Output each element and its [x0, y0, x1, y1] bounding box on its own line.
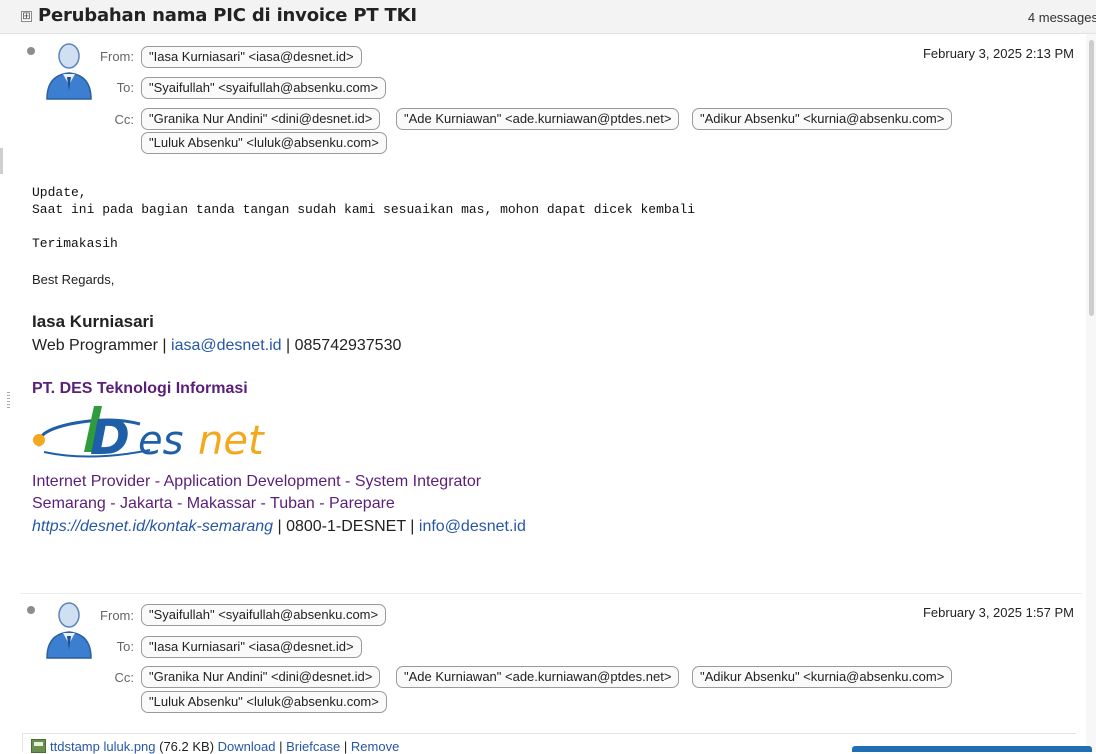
signature-email-link[interactable]: iasa@desnet.id	[171, 337, 282, 354]
cities-line: Semarang - Jakarta - Makassar - Tuban - …	[32, 495, 395, 512]
svg-text:es: es	[138, 418, 183, 464]
to-label: To:	[116, 639, 134, 654]
message-count: 4 messages	[1027, 10, 1096, 25]
signature-name: Iasa Kurniasari	[32, 312, 154, 331]
website-link[interactable]: https://desnet.id/kontak-semarang	[32, 518, 273, 535]
signature-role-line: Web Programmer | iasa@desnet.id | 085742…	[32, 337, 401, 355]
unread-dot-icon	[27, 606, 35, 614]
from-chip[interactable]: "Iasa Kurniasari" <iasa@desnet.id>	[141, 46, 362, 68]
message-header[interactable]: From: "Iasa Kurniasari" <iasa@desnet.id>…	[14, 40, 1080, 170]
body-line: Terimakasih	[32, 236, 118, 251]
desnet-logo: D es net	[33, 406, 265, 464]
pane-edge	[0, 148, 3, 174]
cc-chip[interactable]: "Adikur Absenku" <kurnia@absenku.com>	[692, 666, 953, 688]
company-name: PT. DES Teknologi Informasi	[32, 380, 248, 397]
contact-line: https://desnet.id/kontak-semarang | 0800…	[32, 518, 526, 536]
info-email-link[interactable]: info@desnet.id	[419, 518, 526, 535]
regards-text: Best Regards,	[32, 272, 115, 287]
cc-chip[interactable]: "Luluk Absenku" <luluk@absenku.com>	[141, 132, 387, 154]
cc-chip[interactable]: "Adikur Absenku" <kurnia@absenku.com>	[692, 108, 953, 130]
body-line: Saat ini pada bagian tanda tangan sudah …	[32, 202, 696, 217]
cc-chip[interactable]: "Granika Nur Andini" <dini@desnet.id>	[141, 666, 381, 688]
cc-label: Cc:	[114, 670, 135, 685]
signature-phone: | 085742937530	[281, 337, 402, 354]
scrollbar[interactable]	[1086, 34, 1096, 752]
notification-bar[interactable]	[852, 746, 1092, 752]
from-label: From:	[100, 49, 134, 64]
svg-text:net: net	[198, 418, 265, 464]
scroll-thumb[interactable]	[1089, 40, 1094, 316]
resize-grip-icon[interactable]	[7, 392, 10, 408]
message-date: February 3, 2025 2:13 PM	[922, 46, 1074, 61]
message-header[interactable]: From: "Syaifullah" <syaifullah@absenku.c…	[14, 599, 1080, 729]
image-file-icon	[31, 739, 46, 753]
to-chip[interactable]: "Syaifullah" <syaifullah@absenku.com>	[141, 77, 387, 99]
signature-role: Web Programmer |	[32, 337, 172, 354]
avatar-icon	[46, 602, 92, 659]
body-line: Update,	[32, 185, 87, 200]
thread-header: ⊞ Perubahan nama PIC di invoice PT TKI 4…	[0, 0, 1096, 34]
services-line: Internet Provider - Application Developm…	[32, 473, 482, 490]
from-label: From:	[100, 608, 134, 623]
avatar-icon	[46, 43, 92, 100]
hotline-text: | 0800-1-DESNET |	[273, 518, 419, 535]
cc-chip[interactable]: "Granika Nur Andini" <dini@desnet.id>	[141, 108, 381, 130]
to-chip[interactable]: "Iasa Kurniasari" <iasa@desnet.id>	[141, 636, 362, 658]
cc-chip[interactable]: "Ade Kurniawan" <ade.kurniawan@ptdes.net…	[396, 666, 680, 688]
cc-chip[interactable]: "Ade Kurniawan" <ade.kurniawan@ptdes.net…	[396, 108, 680, 130]
message-divider	[20, 593, 1082, 594]
to-label: To:	[116, 80, 134, 95]
cc-label: Cc:	[114, 112, 135, 127]
from-chip[interactable]: "Syaifullah" <syaifullah@absenku.com>	[141, 604, 387, 626]
message-date: February 3, 2025 1:57 PM	[922, 605, 1074, 620]
thread-title: Perubahan nama PIC di invoice PT TKI	[38, 5, 417, 26]
unread-dot-icon	[27, 47, 35, 55]
expand-thread-icon[interactable]: ⊞	[21, 11, 32, 22]
logo-letter-d: D	[90, 410, 130, 464]
cc-chip[interactable]: "Luluk Absenku" <luluk@absenku.com>	[141, 691, 387, 713]
